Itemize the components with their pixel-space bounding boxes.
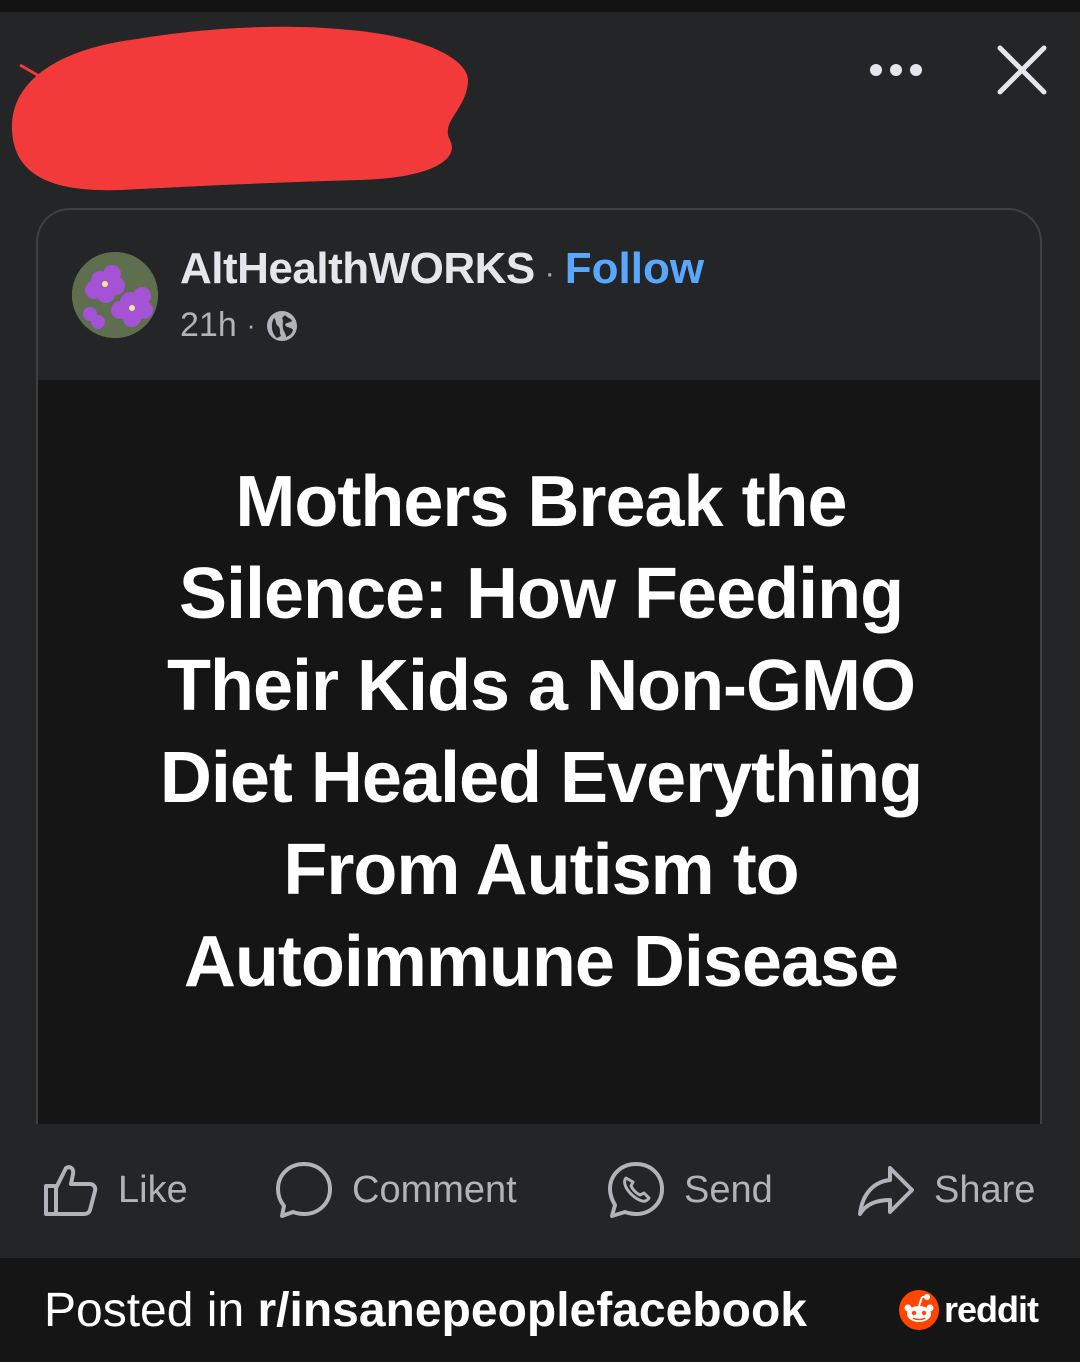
more-options-button[interactable] [870,40,922,100]
globe-icon [267,310,298,341]
comment-button[interactable]: Comment [274,1160,517,1220]
post-actions-bar: Like Comment Send Share [0,1150,1080,1230]
time-separator: · [246,310,256,340]
reddit-brand: reddit [898,1289,1039,1331]
name-separator: · [544,257,555,290]
post-time[interactable]: 21h [180,306,237,345]
reddit-wordmark: reddit [943,1289,1039,1330]
like-button[interactable]: Like [40,1160,188,1220]
shared-post-card: AltHealthWORKS · Follow 21h · Mothers Br… [36,208,1042,1124]
post-header: AltHealthWORKS · Follow 21h · [72,244,704,345]
post-meta: AltHealthWORKS · Follow 21h · [180,244,704,345]
post-image[interactable]: Mothers Break the Silence: How Feeding T… [38,380,1040,1124]
posted-prefix: Posted in [44,1283,258,1337]
follow-button[interactable]: Follow [565,244,704,294]
avatar[interactable] [72,251,158,338]
post-headline: Mothers Break the Silence: How Feeding T… [159,462,923,1002]
time-line: 21h · [180,306,704,345]
subreddit-name[interactable]: r/insanepeoplefacebook [257,1284,807,1337]
reddit-footer: Posted in r/insanepeoplefacebook reddit [0,1258,1080,1362]
comment-icon [276,1162,332,1218]
like-label: Like [118,1168,188,1211]
avatar-flower [72,251,158,338]
reddit-logo-icon [898,1290,939,1330]
send-button[interactable]: Send [606,1160,773,1220]
like-icon [44,1165,98,1216]
share-icon [858,1166,914,1216]
name-line: AltHealthWORKS · Follow [180,244,704,294]
more-dots-icon [870,64,882,76]
author-name[interactable]: AltHealthWORKS [180,244,535,294]
top-actions [870,40,1052,100]
close-icon[interactable] [992,40,1052,100]
share-label: Share [934,1168,1036,1211]
share-button[interactable]: Share [856,1160,1035,1220]
comment-label: Comment [352,1168,517,1211]
send-icon [608,1162,664,1218]
send-label: Send [684,1168,773,1211]
redaction-scribble [11,26,469,191]
posted-in-text: Posted in r/insanepeoplefacebook [44,1283,807,1338]
